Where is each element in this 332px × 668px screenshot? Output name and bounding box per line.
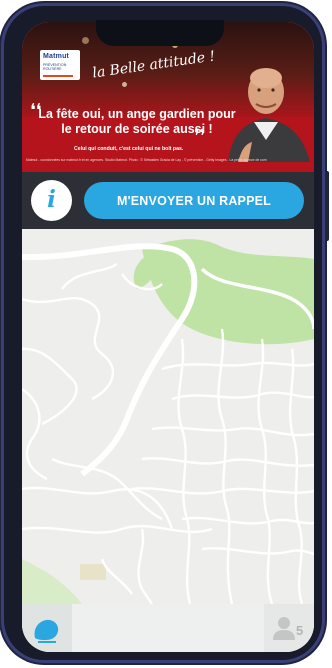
user-silhouette-icon [34, 619, 59, 643]
camera-notch [96, 20, 224, 46]
app-screen: Matmut PRÉVENTION ROUTIÈRE la Belle atti… [22, 22, 314, 652]
info-icon: i [47, 186, 56, 213]
ad-legal-text: Matmut - coordonnées sur matmut.fr et en… [26, 158, 267, 162]
power-button [325, 171, 329, 241]
map-view[interactable] [22, 229, 314, 604]
mute-switch [0, 111, 1, 139]
ad-brand: Matmut [43, 53, 70, 60]
info-button[interactable]: i [31, 180, 72, 221]
map-canvas [22, 229, 314, 604]
bottom-bar: 5 [22, 604, 314, 652]
volume-down-button [0, 211, 1, 259]
close-quote-icon: ❜❜ [194, 126, 206, 147]
contacts-tab[interactable] [264, 604, 314, 652]
send-reminder-button[interactable]: M'ENVOYER UN RAPPEL [84, 182, 304, 219]
matmut-logo: Matmut PRÉVENTION ROUTIÈRE [40, 50, 80, 80]
ad-quote: La fête oui, un ange gardien pour le ret… [38, 107, 236, 136]
ad-tagline: Celui qui conduit, c'est celui qui ne bo… [74, 146, 184, 152]
profile-tab[interactable] [22, 604, 72, 652]
ad-brand-sub: PRÉVENTION ROUTIÈRE [43, 63, 67, 71]
action-bar: i M'ENVOYER UN RAPPEL [22, 172, 314, 229]
contacts-count: 5 [296, 623, 304, 638]
bottom-bar-center [72, 604, 264, 652]
volume-up-button [0, 156, 1, 204]
contacts-icon [273, 617, 295, 640]
